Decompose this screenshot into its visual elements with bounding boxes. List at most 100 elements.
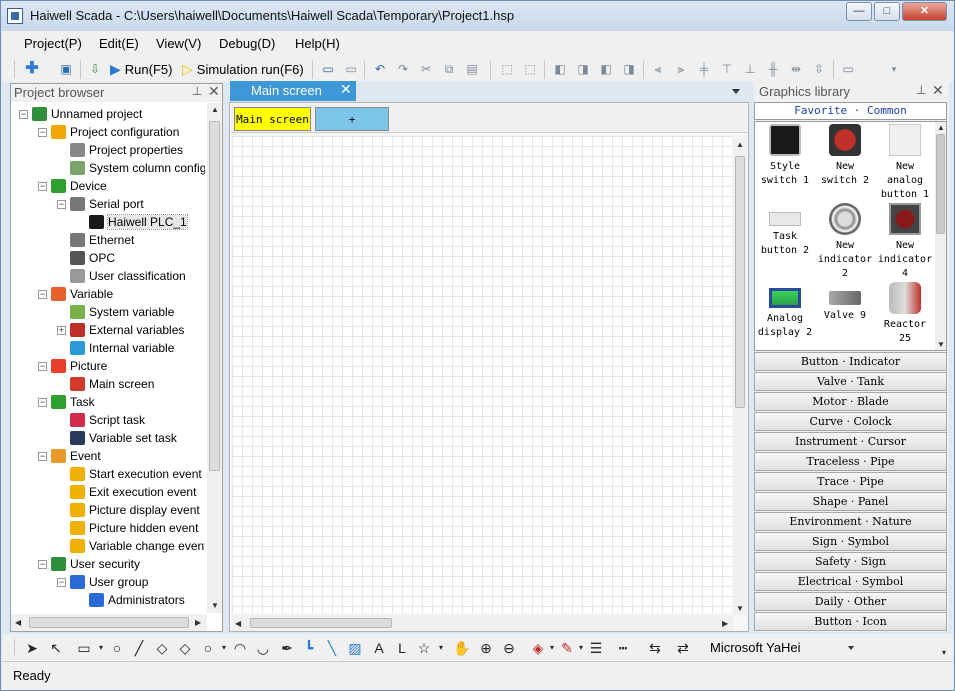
tab-list-dropdown-icon[interactable] <box>732 89 740 94</box>
tree-item[interactable]: + External variables <box>57 321 184 339</box>
align-right-icon[interactable]: ⫸ <box>673 61 689 77</box>
graphics-item[interactable]: New analog button 1 <box>875 124 935 202</box>
line-icon[interactable]: ╱ <box>130 639 148 657</box>
select-arrow-icon[interactable]: ➤ <box>23 639 41 657</box>
library-category[interactable]: Trace · Pipe <box>754 472 947 491</box>
add-page-button[interactable]: + <box>315 107 389 131</box>
library-category[interactable]: Button · Indicator <box>754 352 947 371</box>
cut-icon[interactable]: ✂ <box>418 61 434 77</box>
font-family-select[interactable]: Microsoft YaHei <box>707 638 857 658</box>
collapse-icon[interactable]: − <box>38 397 47 407</box>
rectangle-icon[interactable]: ▭ <box>75 639 93 657</box>
tree-item[interactable]: Project properties <box>57 141 183 159</box>
same-size-icon[interactable]: ▭ <box>840 61 856 77</box>
close-panel-icon[interactable]: ✕ <box>208 83 220 100</box>
tree-item[interactable]: − Project configuration <box>38 123 179 141</box>
graphics-item[interactable]: New indicator 2 <box>815 203 875 281</box>
tree-item[interactable]: − Event <box>38 447 101 465</box>
scroll-thumb[interactable] <box>735 156 745 408</box>
scroll-thumb[interactable] <box>250 618 392 628</box>
minimize-button[interactable]: — <box>846 2 872 21</box>
tree-item[interactable]: Start execution event <box>57 465 202 483</box>
library-category[interactable]: Environment · Nature <box>754 512 947 531</box>
favorite-common-category[interactable]: Favorite · Common <box>754 102 947 120</box>
library-category[interactable]: Shape · Panel <box>754 492 947 511</box>
scroll-thumb[interactable] <box>209 121 220 471</box>
tab-main-screen[interactable]: Main screen ✕ <box>230 81 356 101</box>
canvas-vertical-scrollbar[interactable]: ▲ ▼ <box>733 138 747 615</box>
monitor-off-icon[interactable]: ▭ <box>343 61 359 77</box>
library-category[interactable]: Button · Icon <box>754 612 947 631</box>
tree-item[interactable]: Variable change event <box>57 537 205 555</box>
align-center-icon[interactable]: ╪ <box>696 61 712 77</box>
toolbar-grip[interactable] <box>14 61 17 78</box>
bring-front-icon[interactable]: ◧ <box>552 61 568 77</box>
scroll-right-icon[interactable]: ▶ <box>722 619 728 628</box>
maximize-button[interactable]: □ <box>874 2 900 21</box>
simulation-run-button[interactable]: ▷ Simulation run(F6) <box>182 60 304 79</box>
tree-item[interactable]: − Task <box>38 393 95 411</box>
tree-item[interactable]: Internal variable <box>57 339 174 357</box>
menu-project[interactable]: Project(P) <box>24 36 82 51</box>
distribute-horizontal-icon[interactable]: ⇹ <box>788 61 804 77</box>
bring-forward-icon[interactable]: ◧ <box>598 61 614 77</box>
undo-icon[interactable]: ↶ <box>372 61 388 77</box>
tree-vertical-scrollbar[interactable]: ▲ ▼ <box>207 103 222 613</box>
tree-item[interactable]: Haiwell PLC_1 <box>76 213 188 231</box>
diamond-icon[interactable]: ◇ <box>153 639 171 657</box>
graphics-item[interactable]: New switch 2 <box>815 124 875 188</box>
collapse-icon[interactable]: − <box>57 577 66 587</box>
scroll-thumb[interactable] <box>29 617 189 628</box>
dropdown-arrow-icon[interactable]: ▾ <box>432 639 450 657</box>
graphics-item[interactable]: Reactor 25 <box>875 282 935 346</box>
copy-icon[interactable]: ⧉ <box>441 61 457 77</box>
library-category[interactable]: Curve · Colock <box>754 412 947 431</box>
graphics-item[interactable]: New indicator 4 <box>875 203 935 281</box>
zoom-out-icon[interactable]: ⊖ <box>500 639 518 657</box>
ungroup-icon[interactable]: ⬚ <box>522 61 538 77</box>
tree-item[interactable]: Picture hidden event <box>57 519 198 537</box>
align-left-icon[interactable]: ⫷ <box>650 61 666 77</box>
scroll-down-icon[interactable]: ▼ <box>211 601 219 610</box>
tree-item[interactable]: − Serial port <box>57 195 144 213</box>
scroll-down-icon[interactable]: ▼ <box>736 604 744 613</box>
scroll-left-icon[interactable]: ◀ <box>15 618 21 627</box>
tree-item[interactable]: System variable <box>57 303 174 321</box>
pen-icon[interactable]: ✒ <box>278 639 296 657</box>
pipe-icon[interactable]: ┗ <box>300 639 318 657</box>
arrow-start-icon[interactable]: ⇆ <box>646 639 664 657</box>
tree-item[interactable]: Main screen <box>57 375 154 393</box>
design-canvas[interactable] <box>232 136 732 613</box>
zoom-in-icon[interactable]: ⊕ <box>477 639 495 657</box>
graphics-item[interactable]: Task button 2 <box>755 203 815 258</box>
tree-item[interactable]: − User group <box>57 573 148 591</box>
download-icon[interactable]: ⇩ <box>87 61 103 77</box>
align-bottom-icon[interactable]: ⊥ <box>742 61 758 77</box>
menu-edit[interactable]: Edit(E) <box>99 36 139 51</box>
tree-item[interactable]: Script task <box>57 411 145 429</box>
collapse-icon[interactable]: − <box>38 181 47 191</box>
tree-horizontal-scrollbar[interactable]: ◀ ▶ <box>11 614 207 631</box>
menu-help[interactable]: Help(H) <box>295 36 340 51</box>
arrow-end-icon[interactable]: ⇄ <box>674 639 692 657</box>
tree-item[interactable]: Administrators <box>76 591 185 609</box>
scroll-thumb[interactable] <box>936 134 945 234</box>
tree-item[interactable]: − Device <box>38 177 107 195</box>
tree-item[interactable]: − Unnamed project <box>19 105 142 123</box>
library-category[interactable]: Safety · Sign <box>754 552 947 571</box>
scroll-up-icon[interactable]: ▲ <box>937 123 945 132</box>
pin-icon[interactable]: ⊥ <box>916 83 926 97</box>
library-category[interactable]: Traceless · Pipe <box>754 452 947 471</box>
collapse-icon[interactable]: − <box>57 199 66 209</box>
graphics-item[interactable]: Analog display 2 <box>755 282 815 340</box>
graphics-item[interactable]: Valve 9 <box>815 282 875 323</box>
send-back-icon[interactable]: ◨ <box>575 61 591 77</box>
redo-icon[interactable]: ↷ <box>395 61 411 77</box>
run-button[interactable]: ▶ Run(F5) <box>110 60 172 79</box>
menu-debug[interactable]: Debug(D) <box>219 36 275 51</box>
library-category[interactable]: Instrument · Cursor <box>754 432 947 451</box>
trace-pipe-icon[interactable]: ╲ <box>323 639 341 657</box>
save-icon[interactable]: ▣ <box>58 61 74 77</box>
align-middle-icon[interactable]: ╫ <box>765 61 781 77</box>
send-backward-icon[interactable]: ◨ <box>621 61 637 77</box>
